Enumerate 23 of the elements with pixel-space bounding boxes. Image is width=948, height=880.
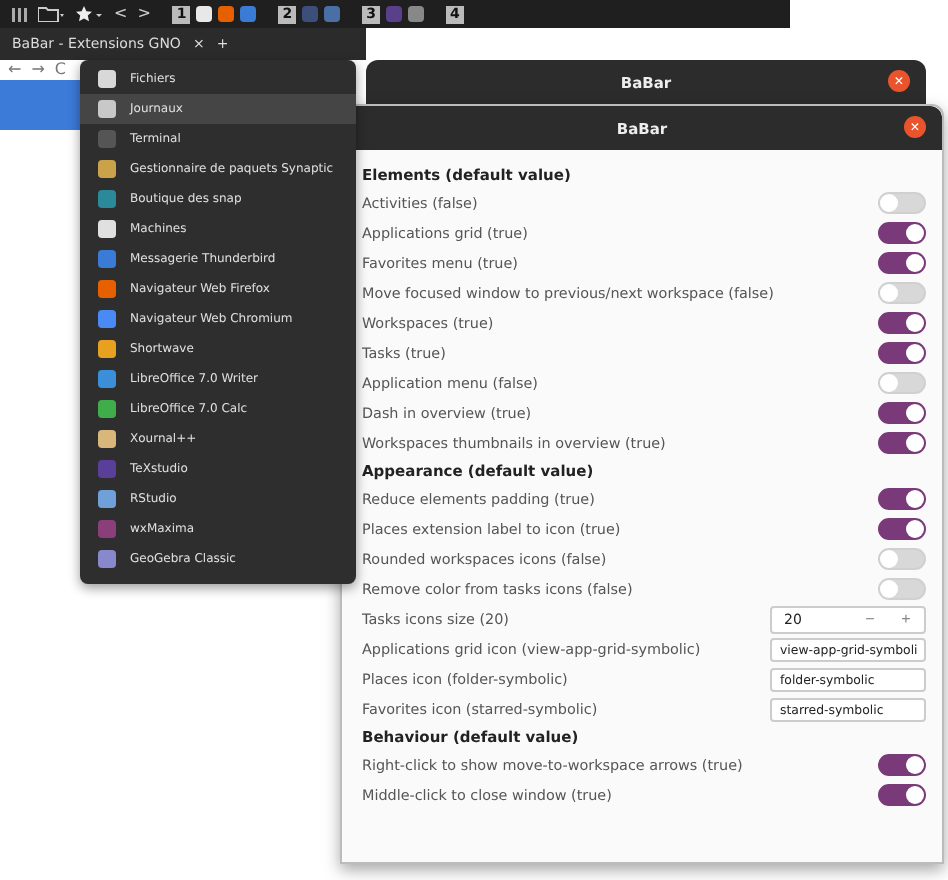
- toggle-switch[interactable]: [878, 518, 926, 540]
- toggle-switch[interactable]: [878, 402, 926, 424]
- toggle-switch[interactable]: [878, 784, 926, 806]
- toggle-switch[interactable]: [878, 342, 926, 364]
- decrement-button[interactable]: −: [852, 610, 888, 628]
- arrow-button[interactable]: <: [114, 4, 128, 24]
- star-icon[interactable]: [76, 6, 104, 22]
- nav-button[interactable]: ←: [8, 60, 22, 80]
- toggle-switch[interactable]: [878, 252, 926, 274]
- toggle-switch[interactable]: [878, 432, 926, 454]
- close-button[interactable]: ×: [904, 116, 926, 138]
- nav-button[interactable]: →: [31, 60, 45, 80]
- toggle-switch[interactable]: [878, 222, 926, 244]
- toggle-switch[interactable]: [878, 754, 926, 776]
- toggle-switch[interactable]: [878, 312, 926, 334]
- increment-button[interactable]: +: [888, 610, 924, 628]
- close-button[interactable]: ×: [888, 70, 910, 92]
- folder-icon[interactable]: [38, 6, 66, 22]
- toggle-switch[interactable]: [878, 488, 926, 510]
- arrow-button[interactable]: >: [137, 4, 151, 24]
- page-banner: [0, 80, 80, 130]
- nav-button[interactable]: C: [54, 60, 66, 80]
- menu-icon[interactable]: [12, 7, 28, 21]
